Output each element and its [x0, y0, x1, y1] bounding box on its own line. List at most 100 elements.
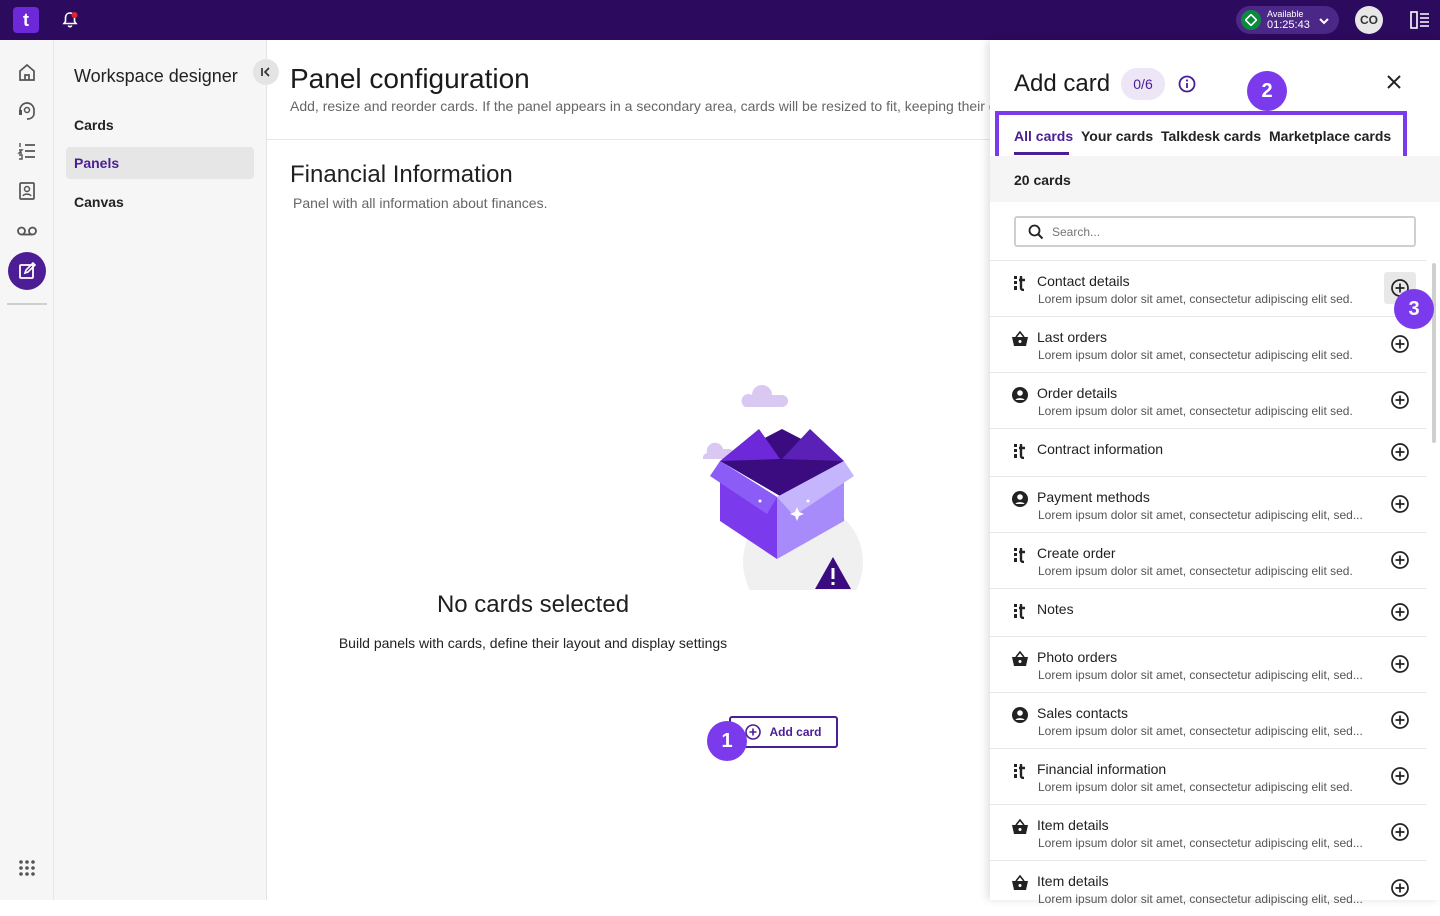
card-title: Order details: [1037, 385, 1118, 401]
basket-icon: [1010, 817, 1030, 837]
active-tab-indicator: [1014, 152, 1069, 155]
side-panel-icon[interactable]: [1410, 11, 1430, 34]
person-icon: [1010, 705, 1030, 725]
card-title: Contact details: [1037, 273, 1130, 289]
avatar[interactable]: CO: [1355, 6, 1383, 34]
card-list-item[interactable]: Item details Lorem ipsum dolor sit amet, …: [990, 804, 1426, 860]
sidenav-title: Workspace designer: [74, 66, 238, 86]
chevron-down-icon: [1318, 14, 1330, 32]
annotation-badge-1: 1: [707, 721, 747, 761]
add-card-plus-icon[interactable]: [1390, 334, 1410, 354]
card-title: Financial information: [1037, 761, 1167, 777]
card-title: Contract information: [1037, 441, 1164, 457]
panel-title: Financial Information: [290, 161, 513, 188]
talkdesk-icon: [1010, 273, 1030, 293]
card-title: Payment methods: [1037, 489, 1150, 505]
card-list-item[interactable]: Financial information Lorem ipsum dolor s…: [990, 748, 1426, 804]
card-title: Create order: [1037, 545, 1116, 561]
tab-talkdesk-cards[interactable]: Talkdesk cards: [1161, 128, 1261, 144]
talkdesk-icon: [1010, 545, 1030, 565]
card-description: Lorem ipsum dolor sit amet, consectetur …: [1038, 348, 1353, 362]
person-icon: [1010, 489, 1030, 509]
cards-count-bar: 20 cards: [990, 156, 1440, 202]
card-title: Last orders: [1037, 329, 1108, 345]
voicemail-icon[interactable]: [15, 219, 39, 243]
status-label: Available: [1267, 8, 1304, 19]
talkdesk-logo[interactable]: t: [13, 7, 39, 33]
agent-status-dropdown[interactable]: Available 01:25:43: [1236, 6, 1339, 34]
status-diamond-icon: [1241, 10, 1261, 30]
search-input[interactable]: [1052, 223, 1392, 241]
card-list-item[interactable]: Payment methods Lorem ipsum dolor sit ame…: [990, 476, 1426, 532]
card-title: Item details: [1037, 817, 1109, 833]
add-card-label: Add card: [769, 725, 822, 739]
card-description: Lorem ipsum dolor sit amet, consectetur …: [1038, 564, 1353, 578]
workspace-designer-icon[interactable]: [8, 252, 46, 290]
talkdesk-icon: [1010, 601, 1030, 621]
status-timer: 01:25:43: [1267, 18, 1310, 31]
add-card-plus-icon[interactable]: [1390, 822, 1410, 842]
card-list-item[interactable]: Contract information: [990, 428, 1426, 476]
card-description: Lorem ipsum dolor sit amet, consectetur …: [1038, 724, 1363, 738]
drawer-title: Add card: [1014, 70, 1111, 97]
add-card-plus-icon[interactable]: [1390, 390, 1410, 410]
home-icon[interactable]: [15, 60, 39, 84]
contacts-icon[interactable]: [15, 179, 39, 203]
add-card-plus-icon[interactable]: [1390, 494, 1410, 514]
card-description: Lorem ipsum dolor sit amet, consectetur …: [1038, 780, 1353, 794]
card-list-item[interactable]: Last orders Lorem ipsum dolor sit amet, c…: [990, 316, 1426, 372]
card-title: Item details: [1037, 873, 1109, 889]
tab-your-cards[interactable]: Your cards: [1081, 128, 1153, 144]
add-card-plus-icon[interactable]: [1390, 654, 1410, 674]
list-icon[interactable]: [15, 139, 39, 163]
add-card-plus-icon[interactable]: [1390, 442, 1410, 462]
card-list-item[interactable]: Contact details Lorem ipsum dolor sit ame…: [990, 260, 1426, 316]
nav-item-panels[interactable]: Panels: [66, 147, 254, 179]
card-count-badge: 0/6: [1121, 68, 1165, 100]
add-card-plus-icon[interactable]: [1390, 710, 1410, 730]
collapse-sidebar-button[interactable]: [253, 59, 279, 85]
page-description: Add, resize and reorder cards. If the pa…: [290, 98, 990, 114]
search-field[interactable]: [1014, 216, 1416, 247]
tab-all-cards[interactable]: All cards: [1014, 128, 1073, 144]
card-list-item[interactable]: Notes: [990, 588, 1426, 636]
workspace-designer-nav: Workspace designer Cards Panels Canvas: [54, 40, 267, 900]
card-list-item[interactable]: Item details Lorem ipsum dolor sit amet, …: [990, 860, 1426, 916]
card-description: Lorem ipsum dolor sit amet, consectetur …: [1038, 292, 1353, 306]
bell-icon[interactable]: [60, 10, 80, 30]
agent-icon[interactable]: [15, 100, 39, 124]
card-description: Lorem ipsum dolor sit amet, consectetur …: [1038, 668, 1363, 682]
card-list-item[interactable]: Order details Lorem ipsum dolor sit amet,…: [990, 372, 1426, 428]
collapse-left-icon: [261, 67, 270, 77]
card-list-item[interactable]: Create order Lorem ipsum dolor sit amet, …: [990, 532, 1426, 588]
add-card-plus-icon[interactable]: [1390, 766, 1410, 786]
card-list-item[interactable]: Sales contacts Lorem ipsum dolor sit amet…: [990, 692, 1426, 748]
talkdesk-icon: [1010, 761, 1030, 781]
add-card-plus-icon[interactable]: [1390, 550, 1410, 570]
info-icon[interactable]: [1178, 75, 1196, 98]
card-title: Sales contacts: [1037, 705, 1129, 721]
add-card-drawer: Add card 0/6 All cards Your cards Talkde…: [990, 40, 1440, 906]
basket-icon: [1010, 873, 1030, 893]
nav-item-canvas[interactable]: Canvas: [66, 186, 254, 218]
empty-box-illustration: [697, 375, 877, 622]
basket-icon: [1010, 329, 1030, 349]
tab-marketplace-cards[interactable]: Marketplace cards: [1269, 128, 1391, 144]
cards-count: 20 cards: [1014, 172, 1071, 188]
divider: [267, 139, 990, 140]
app-rail: [0, 40, 54, 900]
add-card-plus-icon[interactable]: [1390, 602, 1410, 622]
card-list-item[interactable]: Photo orders Lorem ipsum dolor sit amet, …: [990, 636, 1426, 692]
top-bar: t Available 01:25:43 CO: [0, 0, 1440, 40]
basket-icon: [1010, 649, 1030, 669]
apps-grid-icon[interactable]: [15, 856, 39, 880]
scrollbar[interactable]: [1432, 263, 1436, 443]
card-description: Lorem ipsum dolor sit amet, consectetur …: [1038, 404, 1353, 418]
close-icon[interactable]: [1386, 74, 1402, 95]
rail-divider: [7, 303, 47, 305]
nav-item-cards[interactable]: Cards: [66, 109, 254, 141]
plus-circle-icon: [745, 724, 762, 740]
card-list: Contact details Lorem ipsum dolor sit ame…: [990, 260, 1426, 916]
empty-state-subtitle: Build panels with cards, define their la…: [338, 635, 728, 651]
add-card-plus-icon[interactable]: [1390, 878, 1410, 898]
